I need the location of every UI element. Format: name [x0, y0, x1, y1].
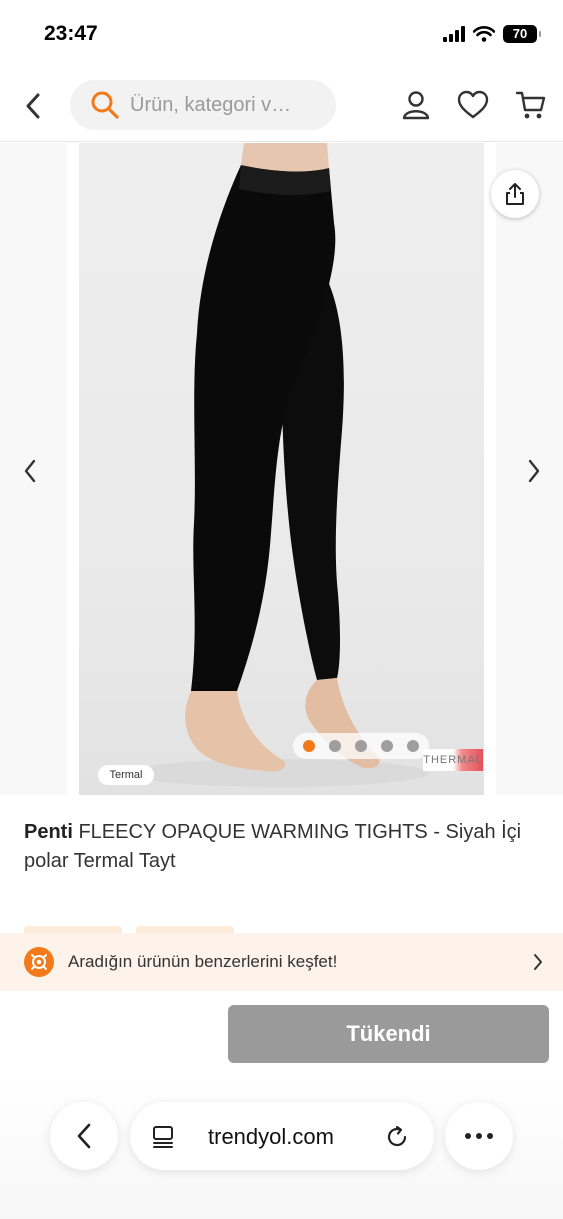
more-icon — [465, 1133, 493, 1139]
gallery-divider — [484, 143, 496, 795]
app-header: Ürün, kategori v… — [0, 72, 563, 142]
pagination-dot[interactable] — [329, 740, 341, 752]
address-bar[interactable]: trendyol.com — [130, 1102, 434, 1170]
status-bar: 23:47 70 — [0, 0, 563, 70]
back-button[interactable] — [18, 88, 48, 124]
heart-icon — [457, 90, 489, 119]
termal-badge: Termal — [98, 765, 154, 785]
tabs-icon[interactable] — [150, 1124, 176, 1150]
gallery-pagination — [293, 733, 429, 759]
discover-similar-banner[interactable]: Aradığın ürünün benzerlerini keşfet! — [0, 933, 563, 991]
product-brand[interactable]: Penti — [24, 821, 73, 843]
discover-icon — [24, 947, 54, 977]
product-name: FLEECY OPAQUE WARMING TIGHTS - Siyah İçi… — [24, 821, 522, 872]
browser-toolbar: trendyol.com — [0, 1075, 563, 1219]
chevron-right-icon — [534, 954, 542, 970]
pagination-dot[interactable] — [303, 740, 315, 752]
sold-out-button[interactable]: Tükendi — [228, 1005, 549, 1063]
cellular-signal-icon — [443, 26, 465, 42]
search-icon — [91, 91, 119, 119]
account-button[interactable] — [399, 88, 433, 122]
gallery-next-button[interactable] — [519, 453, 549, 489]
status-time: 23:47 — [44, 22, 98, 45]
reload-button[interactable] — [384, 1124, 410, 1150]
chevron-right-icon — [528, 459, 540, 483]
search-placeholder: Ürün, kategori v… — [130, 93, 292, 116]
product-title: Penti FLEECY OPAQUE WARMING TIGHTS - Siy… — [24, 818, 539, 876]
share-icon — [506, 183, 524, 205]
chevron-left-icon — [26, 93, 40, 119]
product-image-gallery[interactable]: Termal THERMAL — [0, 143, 563, 795]
cart-icon — [515, 91, 546, 119]
thermal-label: THERMAL — [423, 749, 483, 771]
user-icon — [402, 91, 430, 120]
reload-icon — [387, 1125, 407, 1147]
product-photo-tights — [129, 143, 429, 787]
pagination-dot[interactable] — [407, 740, 419, 752]
gallery-divider — [67, 143, 79, 795]
favorites-button[interactable] — [456, 88, 490, 122]
share-button[interactable] — [491, 170, 539, 218]
browser-back-button[interactable] — [50, 1102, 118, 1170]
product-image[interactable] — [79, 143, 484, 795]
wifi-icon — [473, 26, 495, 42]
battery-level: 70 — [512, 26, 528, 41]
chevron-left-icon — [77, 1123, 91, 1149]
pagination-dot[interactable] — [381, 740, 393, 752]
chevron-left-icon — [24, 459, 36, 483]
discover-text: Aradığın ürünün benzerlerini keşfet! — [68, 952, 338, 971]
status-icons: 70 — [443, 25, 541, 43]
search-input[interactable]: Ürün, kategori v… — [70, 80, 336, 130]
pagination-dot[interactable] — [355, 740, 367, 752]
browser-more-button[interactable] — [445, 1102, 513, 1170]
battery-icon: 70 — [503, 25, 541, 43]
gallery-prev-button[interactable] — [15, 453, 45, 489]
url-text: trendyol.com — [208, 1124, 334, 1149]
cart-button[interactable] — [514, 88, 548, 122]
